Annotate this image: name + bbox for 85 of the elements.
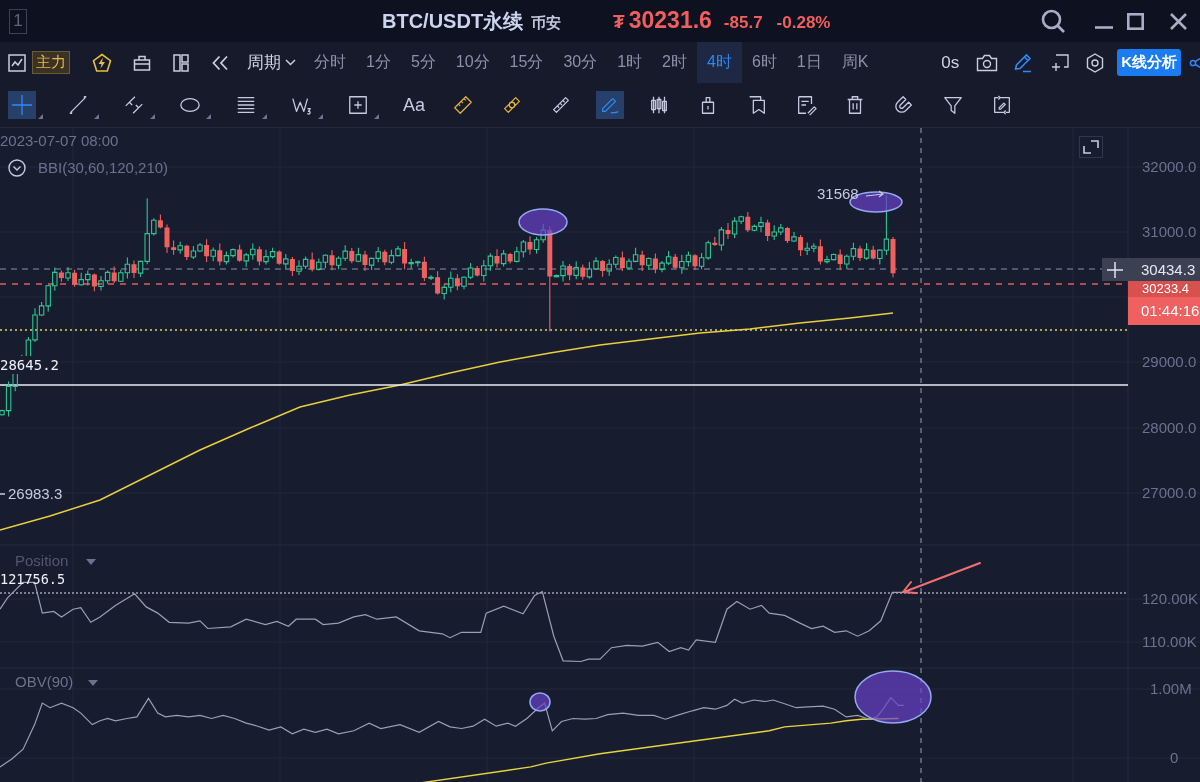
expand-icon[interactable] <box>1079 136 1103 158</box>
submenu-corner-icon[interactable] <box>150 114 155 119</box>
dropdown-triangle-icon[interactable] <box>88 680 98 686</box>
low-marker-line <box>0 493 6 495</box>
close-icon[interactable] <box>1170 12 1187 30</box>
plus-icon <box>1107 261 1123 278</box>
candles-icon <box>648 94 670 116</box>
interval-tab[interactable]: 周K <box>831 42 879 83</box>
indicator-badge[interactable]: 主力 <box>32 51 70 74</box>
highlight-ellipse <box>529 692 551 712</box>
line-chart-icon[interactable] <box>8 53 26 72</box>
high-marker-arrow <box>865 190 884 198</box>
pen-icon[interactable] <box>1013 52 1034 73</box>
price-axis-label: 28000.0 <box>1142 419 1197 437</box>
plus-button[interactable] <box>1102 258 1128 281</box>
submenu-corner-icon[interactable] <box>94 114 99 119</box>
interval-tab[interactable]: 6时 <box>741 42 787 83</box>
lightning-pentagon-icon[interactable] <box>92 52 112 73</box>
plus-frame-icon[interactable] <box>1051 53 1070 72</box>
interval-tab[interactable]: 30分 <box>553 42 608 83</box>
countdown-tag: 01:44:16 <box>1128 297 1200 325</box>
obv-axis-label: 1.00M <box>1150 680 1192 698</box>
price-change-percent: -0.28% <box>776 13 831 33</box>
low-price-label: 26983.3 <box>8 485 63 503</box>
filter-icon <box>942 94 964 116</box>
settings-icon[interactable] <box>1086 52 1105 73</box>
interval-tab[interactable]: 15分 <box>499 42 554 83</box>
submenu-corner-icon[interactable] <box>374 114 379 119</box>
caret-icon <box>285 59 296 66</box>
sync-edit-icon <box>991 94 1013 116</box>
submenu-corner-icon[interactable] <box>206 114 211 119</box>
search-icon[interactable] <box>1041 9 1065 33</box>
timer-label: 0s <box>941 52 960 73</box>
ruler-icon <box>452 94 474 116</box>
minimize-icon[interactable] <box>1095 25 1113 29</box>
maximize-icon[interactable] <box>1127 12 1144 30</box>
currency-symbol: ₮ <box>613 11 625 33</box>
last-price: 30231.6 <box>628 7 712 34</box>
window-number: 1 <box>9 8 27 34</box>
price-axis-label: 31000.0 <box>1142 223 1197 241</box>
briefcase-icon[interactable] <box>133 53 151 72</box>
obv-axis-label: 0 <box>1170 749 1179 767</box>
parallel-channel-icon <box>123 94 145 116</box>
interval-tab[interactable]: 10分 <box>445 42 500 83</box>
rewind-icon[interactable] <box>211 54 229 71</box>
text-tool-button[interactable]: Aa <box>400 91 428 119</box>
interval-tab[interactable]: 1时 <box>607 42 653 83</box>
interval-tab[interactable]: 1日 <box>786 42 832 83</box>
high-price-label: 31568 <box>817 185 859 203</box>
interval-tab[interactable]: 4时 <box>697 42 742 83</box>
dropdown-triangle-icon[interactable] <box>86 559 96 565</box>
chevron-circle-icon[interactable] <box>8 159 26 177</box>
price-level-label: 28645.2 <box>0 356 61 374</box>
last-price-tag: 30434.3 <box>1128 258 1200 281</box>
interval-tab[interactable]: 1分 <box>356 42 401 83</box>
indicator-label: BBI(30,60,120,210) <box>38 159 169 177</box>
position-axis-label: 110.00K <box>1142 633 1197 651</box>
period-menu[interactable]: 周期 <box>247 42 296 83</box>
camera-icon[interactable] <box>976 53 999 72</box>
interval-tab[interactable]: 2时 <box>652 42 697 83</box>
mark-price-tag: 30233.4 <box>1128 281 1200 297</box>
analysis-button[interactable]: K线分析 <box>1117 49 1181 76</box>
price-axis-label: 29000.0 <box>1142 353 1197 371</box>
submenu-corner-icon[interactable] <box>38 114 43 119</box>
horizontal-lines-icon <box>235 94 257 116</box>
price-axis-label: 32000.0 <box>1142 158 1197 176</box>
position-value-label: 121756.5 <box>0 570 66 588</box>
interval-tab[interactable]: 5分 <box>400 42 446 83</box>
panel-title[interactable]: OBV(90) <box>15 673 74 691</box>
timestamp-label: 2023-07-07 08:00 <box>0 132 119 150</box>
symbol-title: BTC/USDT永续 <box>382 9 524 34</box>
submenu-corner-icon[interactable] <box>262 114 267 119</box>
interval-tab[interactable]: 分时 <box>304 42 356 83</box>
price-change: -85.7 <box>723 13 763 33</box>
magnet-icon <box>893 94 915 116</box>
submenu-corner-icon[interactable] <box>318 114 323 119</box>
position-axis-label: 120.00K <box>1142 590 1198 608</box>
exchange-label: 币安 <box>531 14 562 33</box>
ruler-icon <box>550 94 572 116</box>
layout-icon[interactable] <box>173 53 189 72</box>
edit-note-icon <box>795 94 817 116</box>
crosshair-icon <box>11 94 33 116</box>
highlight-ellipse <box>518 208 568 236</box>
trend-line-icon <box>67 94 89 116</box>
price-axis-label: 27000.0 <box>1142 484 1197 502</box>
